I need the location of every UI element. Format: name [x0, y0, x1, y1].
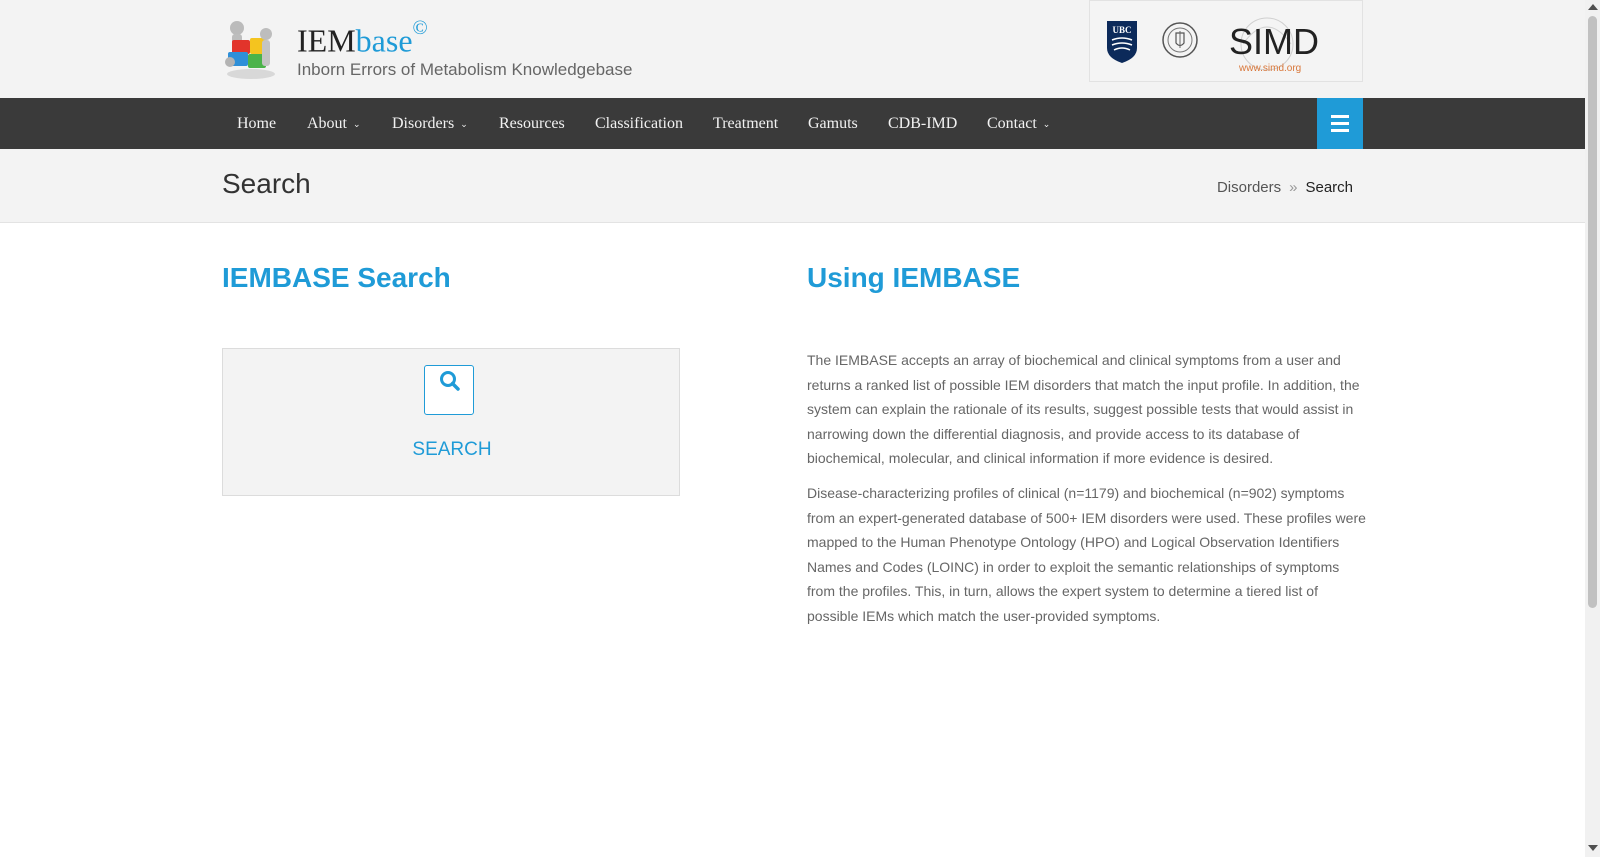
brand-accent: base [355, 22, 413, 59]
nav-classification[interactable]: Classification [595, 98, 683, 149]
simd-logo[interactable]: SIMD www.simd.org [1229, 14, 1329, 76]
search-button-label: SEARCH [412, 439, 492, 460]
page: IEMbase© Inborn Errors of Metabolism Kno… [0, 0, 1585, 857]
nav-about[interactable]: About ⌄ [307, 98, 361, 149]
nav-label: Gamuts [808, 115, 858, 132]
brand-main: IEM [297, 22, 356, 59]
nav-contact[interactable]: Contact ⌄ [987, 98, 1050, 149]
nav-label: Home [237, 115, 277, 132]
chevron-down-icon: ⌄ [1042, 120, 1051, 130]
puzzle-logo-icon[interactable] [222, 18, 280, 80]
university-seal-icon[interactable] [1161, 21, 1199, 59]
simd-logo-text: SIMD [1229, 21, 1319, 62]
nav-cdb-imd[interactable]: CDB-IMD [888, 98, 957, 149]
nav-treatment[interactable]: Treatment [713, 98, 778, 149]
nav-label: Disorders [392, 115, 455, 132]
page-title-bar: Search Disorders » Search [0, 149, 1585, 223]
breadcrumb-disorders[interactable]: Disorders [1217, 179, 1281, 196]
scroll-thumb[interactable] [1588, 16, 1597, 608]
breadcrumb: Disorders » Search [1217, 179, 1353, 196]
nav-label: Contact [987, 115, 1037, 132]
simd-url: www.simd.org [1239, 63, 1302, 74]
nav-gamuts[interactable]: Gamuts [808, 98, 858, 149]
site-tagline: Inborn Errors of Metabolism Knowledgebas… [297, 60, 633, 79]
ubc-logo[interactable]: UBC [1106, 20, 1138, 64]
method-paragraph: Disease-characterizing profiles of clini… [807, 485, 1366, 624]
nav-resources[interactable]: Resources [499, 98, 565, 149]
search-icon[interactable] [424, 365, 474, 415]
site-header: IEMbase© Inborn Errors of Metabolism Kno… [0, 0, 1585, 98]
breadcrumb-separator: » [1289, 179, 1298, 196]
using-heading: Using IEMBASE [807, 262, 1021, 293]
search-heading: IEMBASE Search [222, 262, 451, 293]
nav-home[interactable]: Home [237, 98, 276, 149]
nav-label: Classification [595, 115, 683, 132]
nav-label: CDB-IMD [888, 115, 958, 132]
vertical-scrollbar[interactable] [1585, 0, 1600, 857]
ubc-logo-text: UBC [1112, 25, 1131, 35]
nav-disorders[interactable]: Disorders ⌄ [392, 98, 468, 149]
scroll-down-arrow-icon[interactable] [1588, 845, 1598, 851]
nav-label: About [307, 115, 347, 132]
site-brand[interactable]: IEMbase© [297, 14, 428, 61]
nav-label: Treatment [713, 115, 779, 132]
menu-toggle-button[interactable] [1317, 98, 1363, 149]
chevron-down-icon: ⌄ [353, 120, 361, 130]
search-button[interactable]: SEARCH [222, 348, 680, 496]
intro-paragraph: The IEMBASE accepts an array of biochemi… [807, 352, 1360, 466]
breadcrumb-current: Search [1305, 179, 1353, 196]
scroll-up-arrow-icon[interactable] [1588, 4, 1598, 10]
copyright-mark: © [412, 17, 428, 39]
page-title: Search [222, 168, 311, 199]
partner-logos: UBC SIMD www.simd.org [1089, 0, 1363, 82]
nav-label: Resources [499, 115, 565, 132]
chevron-down-icon: ⌄ [460, 120, 468, 130]
